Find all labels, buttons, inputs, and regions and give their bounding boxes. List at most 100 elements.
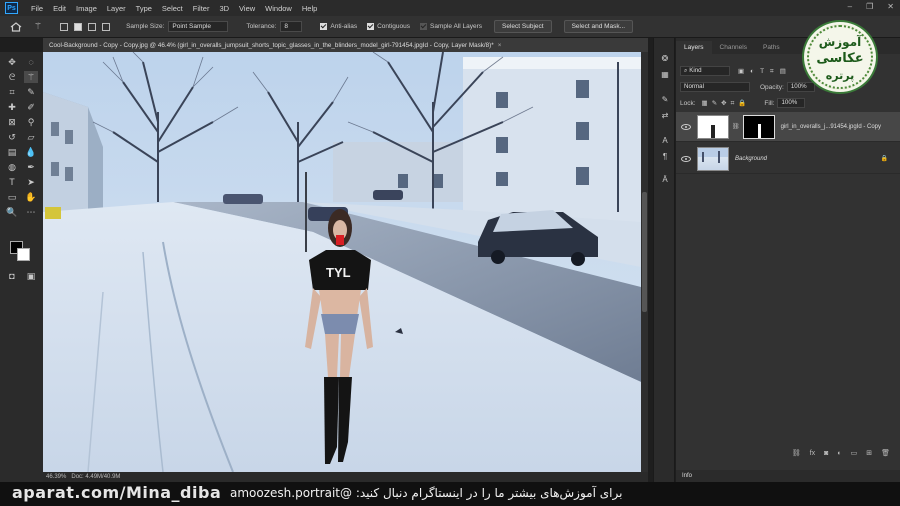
gradient-tool-icon[interactable]: ▤ <box>5 146 19 158</box>
brush-settings-icon[interactable]: ✎ <box>659 95 671 106</box>
tools-panel: ✥ ◌ ᘓ ⚚ ⌗ ✎ ✚ ✐ ⊠ ⚲ ↺ ▱ ▤ 💧 ◍ ✒ T ➤ ▭ ✋ … <box>0 52 43 482</box>
clone-stamp-icon[interactable]: ⚲ <box>24 116 38 128</box>
shape-tool-icon[interactable]: ▭ <box>5 191 19 203</box>
close-tab-icon[interactable]: × <box>498 42 502 49</box>
crop-tool-icon[interactable]: ⌗ <box>5 86 19 98</box>
filter-kind-value: Kind <box>689 67 702 74</box>
opacity-input[interactable]: 100% <box>786 82 815 92</box>
visibility-eye-icon[interactable] <box>681 123 691 130</box>
home-icon[interactable] <box>10 21 22 32</box>
photoshop-logo-icon[interactable]: Ps <box>5 2 18 14</box>
group-icon[interactable]: ▭ <box>851 449 858 457</box>
layer-lock-icon[interactable]: 🔒 <box>881 155 888 162</box>
layer-name[interactable]: Background <box>735 156 767 162</box>
menu-help[interactable]: Help <box>297 4 322 13</box>
menu-image[interactable]: Image <box>71 4 102 13</box>
add-mask-icon[interactable]: ◙ <box>824 450 828 457</box>
marquee-tool-icon[interactable]: ◌ <box>24 56 38 68</box>
subtract-selection-icon[interactable] <box>88 22 97 31</box>
add-selection-icon[interactable] <box>74 22 83 31</box>
anti-alias-checkbox[interactable] <box>320 23 328 30</box>
menu-type[interactable]: Type <box>131 4 157 13</box>
background-color-swatch[interactable] <box>17 248 30 261</box>
eyedropper-tool-icon[interactable]: ✎ <box>24 86 38 98</box>
adjustments-icon[interactable]: ⇄ <box>659 111 671 122</box>
menu-filter[interactable]: Filter <box>188 4 215 13</box>
tab-layers[interactable]: Layers <box>676 41 712 54</box>
quick-mask-icon[interactable]: ◘ <box>5 270 19 282</box>
blend-mode-select[interactable]: Normal <box>680 82 750 92</box>
3d-icon[interactable]: ❂ <box>659 54 671 65</box>
select-and-mask-button[interactable]: Select and Mask... <box>563 20 634 33</box>
menu-layer[interactable]: Layer <box>102 4 131 13</box>
visibility-eye-icon[interactable] <box>681 155 691 162</box>
close-icon[interactable]: ✕ <box>887 2 894 11</box>
canvas-scrollbar[interactable] <box>641 52 648 482</box>
adjustment-layer-icon[interactable]: ◐ <box>837 450 841 457</box>
scrollbar-thumb[interactable] <box>642 192 647 312</box>
paragraph-icon[interactable]: ¶ <box>659 152 671 163</box>
info-panel-tab[interactable]: Info <box>676 470 900 482</box>
tab-channels[interactable]: Channels <box>712 41 755 54</box>
dodge-tool-icon[interactable]: ◍ <box>5 161 19 173</box>
grid-icon[interactable]: ▦ <box>659 70 671 81</box>
doc-size[interactable]: Doc: 4.49M/40.9M <box>71 474 120 480</box>
history-brush-icon[interactable]: ↺ <box>5 131 19 143</box>
healing-brush-icon[interactable]: ✚ <box>5 101 19 113</box>
maximize-icon[interactable]: ❐ <box>866 2 873 11</box>
sample-size-select[interactable]: Point Sample <box>168 21 229 32</box>
menu-file[interactable]: File <box>26 4 48 13</box>
brush-tool-icon[interactable]: ✐ <box>24 101 38 113</box>
tolerance-input[interactable]: 8 <box>280 21 303 32</box>
layer-thumbnail[interactable] <box>697 114 729 139</box>
pen-tool-icon[interactable]: ✒ <box>24 161 38 173</box>
tab-paths[interactable]: Paths <box>755 41 788 54</box>
lasso-tool-icon[interactable]: ᘓ <box>5 71 19 83</box>
contiguous-checkbox[interactable] <box>367 23 375 30</box>
layer-name[interactable]: girl_in_overalls_j...91454.jpgId - Copy <box>781 124 881 130</box>
mask-link-icon[interactable]: ⛓ <box>732 123 740 130</box>
move-tool-icon[interactable]: ✥ <box>5 56 19 68</box>
link-layers-icon[interactable]: ⛓ <box>792 449 801 457</box>
layer-style-icon[interactable]: fx <box>810 450 815 457</box>
more-tools-icon[interactable]: ⋯ <box>24 206 38 218</box>
document-tab[interactable]: Cool-Background - Copy - Copy.jpg @ 46.4… <box>43 38 648 52</box>
zoom-tool-icon[interactable]: 🔍 <box>5 206 19 218</box>
select-subject-button[interactable]: Select Subject <box>494 20 552 33</box>
new-selection-icon[interactable] <box>60 22 69 31</box>
hand-tool-icon[interactable]: ✋ <box>24 191 38 203</box>
layer-mask-thumbnail[interactable] <box>742 114 775 139</box>
menu-window[interactable]: Window <box>260 4 297 13</box>
intersect-selection-icon[interactable] <box>102 22 111 31</box>
layer-row-girl-copy[interactable]: ⛓ girl_in_overalls_j...91454.jpgId - Cop… <box>676 112 900 142</box>
menu-edit[interactable]: Edit <box>48 4 71 13</box>
menu-3d[interactable]: 3D <box>214 4 234 13</box>
lock-icons[interactable]: ▦✎✥⌗🔒 <box>702 99 751 108</box>
fill-input[interactable]: 100% <box>777 98 806 108</box>
character-icon[interactable]: A <box>659 136 671 147</box>
layers-panel: Layers Channels Paths ⌕ Kind ▣◐T⌗▤ Norma… <box>676 38 900 482</box>
magic-wand-tool-icon[interactable]: ⚚ <box>24 71 38 83</box>
new-layer-icon[interactable]: ⊞ <box>866 449 872 457</box>
filter-kind-select[interactable]: ⌕ Kind <box>680 66 730 76</box>
glyphs-icon[interactable]: Ä <box>659 175 671 186</box>
screen-mode-icon[interactable]: ▣ <box>24 270 38 282</box>
minimize-icon[interactable]: – <box>848 2 852 11</box>
eraser-tool-icon[interactable]: ▱ <box>24 131 38 143</box>
frame-tool-icon[interactable]: ⊠ <box>5 116 19 128</box>
blur-tool-icon[interactable]: 💧 <box>24 146 38 158</box>
magic-wand-icon[interactable]: ⚚ <box>34 21 42 32</box>
filter-type-icons[interactable]: ▣◐T⌗▤ <box>738 67 792 76</box>
sample-all-layers-checkbox[interactable] <box>420 23 427 30</box>
menu-select[interactable]: Select <box>157 4 188 13</box>
video-caption-bar: aparat.com/Mina_diba برای آموزش‌های بیشت… <box>0 482 900 506</box>
path-select-icon[interactable]: ➤ <box>24 176 38 188</box>
layer-row-background[interactable]: Background 🔒 <box>676 144 900 174</box>
type-tool-icon[interactable]: T <box>5 176 19 188</box>
menu-view[interactable]: View <box>234 4 260 13</box>
zoom-level[interactable]: 46.39% <box>46 474 66 480</box>
document-canvas-image[interactable]: TYL <box>43 52 641 472</box>
canvas-area[interactable]: TYL <box>43 52 648 482</box>
delete-layer-icon[interactable]: 🗑 <box>881 449 890 457</box>
layer-thumbnail[interactable] <box>697 146 729 171</box>
